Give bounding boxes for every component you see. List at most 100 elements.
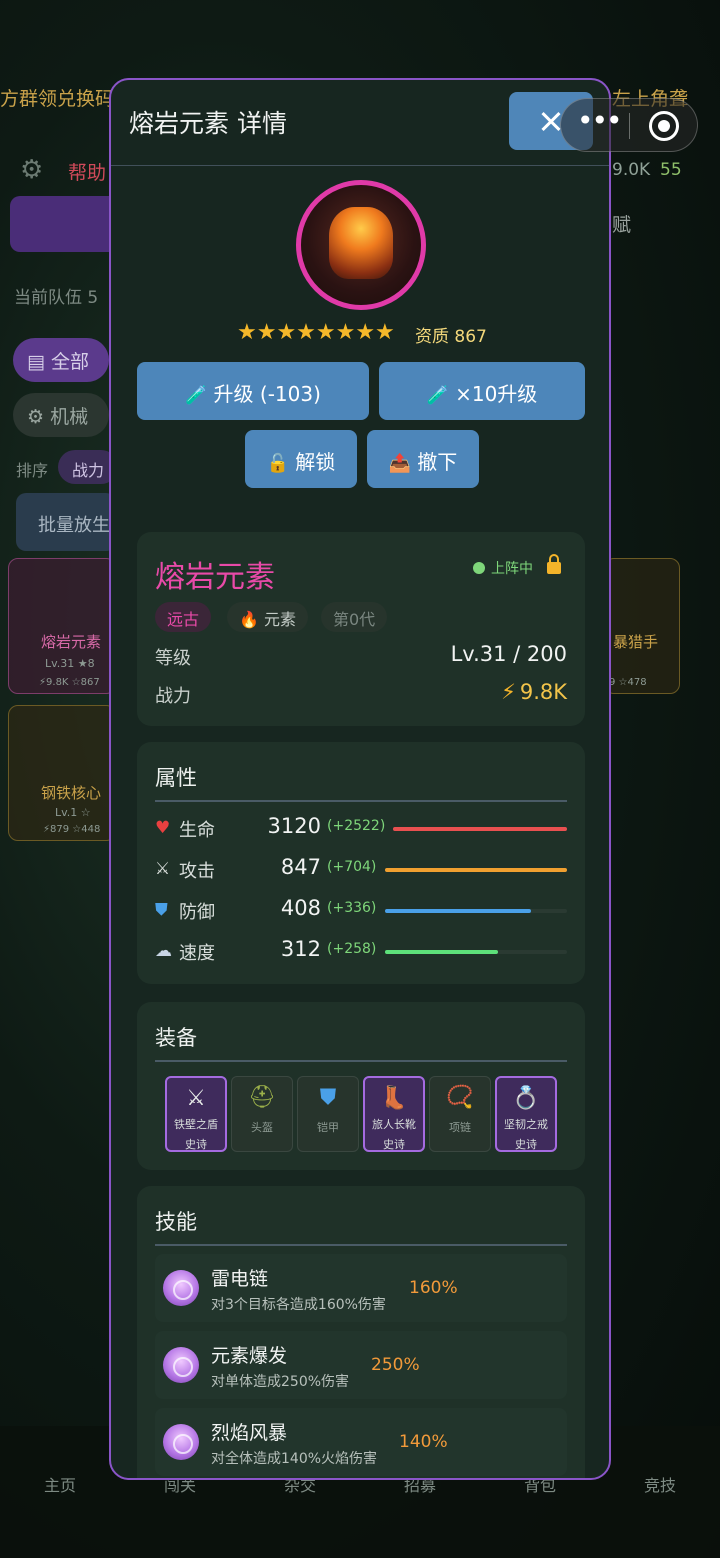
pet-card-stats: ⚡9.8K ☆867 [39,677,100,688]
status-text: 上阵中 [491,561,533,577]
lava-elemental-portrait [329,207,393,279]
skill-pct: 160% [409,1278,458,1298]
filter-all[interactable]: ▤ 全部 [13,338,109,382]
upgrade-x10-button[interactable]: 🧪 ×10升级 [379,362,585,420]
attr-bonus: (+258) [327,941,377,957]
attr-bar [393,827,567,831]
swords-icon: ⚔ [155,859,171,879]
team-label: 当前队伍 5 [14,288,99,308]
crystal-ball-icon [163,1270,199,1306]
quality-value: 资质 867 [415,327,487,347]
attr-value: 847 [280,855,321,879]
batch-release-button[interactable]: 批量放生 [16,493,116,551]
power-value: ⚡ 9.8K [501,680,567,704]
wind-icon: ☁ [155,941,172,961]
heart-icon: ♥ [155,818,171,838]
attr-label: 防御 [179,902,215,923]
potion-icon: 🧪 [185,385,208,406]
pet-card-level: Lv.1 ☆ [55,806,91,819]
remove-icon: 📤 [388,453,412,474]
attr-row-atk: ⚔ 攻击 847 (+704) [155,855,567,885]
remove-button[interactable]: 📤 撤下 [367,430,479,488]
skill-desc: 对单体造成250%伤害 [211,1374,350,1390]
attr-row-def: ⛊ 防御 408 (+336) [155,896,567,926]
shield-icon: ⛊ [155,900,168,920]
equip-name: 坚韧之戒 [504,1118,548,1131]
lock-icon: 🔓 [266,453,290,474]
skill-pct: 250% [371,1355,420,1375]
help-link[interactable]: 帮助 [68,158,106,185]
tag-type-label: 元素 [264,610,297,629]
equipment-title: 装备 [155,1026,197,1050]
pet-card[interactable]: 熔岩元素 Lv.31 ★8 ⚡9.8K ☆867 [8,558,116,694]
attr-value: 408 [280,896,321,920]
skill-item[interactable]: 烈焰风暴 对全体造成140%火焰伤害 140% [155,1408,567,1476]
power-resource: 9.0K [612,160,651,180]
crystal-ball-icon [163,1424,199,1460]
skills-title: 技能 [155,1210,197,1234]
pet-avatar [296,180,426,310]
skill-item[interactable]: 元素爆发 对单体造成250%伤害 250% [155,1331,567,1399]
attr-row-hp: ♥ 生命 3120 (+2522) [155,814,567,844]
miniprogram-capsule: ••• [560,98,698,152]
attr-value: 3120 [267,814,321,838]
equip-tier: 史诗 [383,1138,405,1151]
power-number: 9.8K [519,680,567,704]
equip-slot-shield[interactable]: ⚔ 铁壁之盾 史诗 [165,1076,227,1152]
attr-label: 速度 [179,943,215,964]
bolt-icon: ⚡ [501,680,516,704]
equip-slot-helmet[interactable]: ⛑ 头盔 [231,1076,293,1152]
tag-type: 🔥 元素 [227,602,309,632]
filter-all-label: 全部 [51,351,90,373]
attr-label: 生命 [179,820,215,841]
pet-detail-modal: 熔岩元素 详情 ★★★★★★★★ 资质 867 🧪 升级 (-103) 🧪 ×10升… [109,78,611,1480]
nav-arena[interactable]: 竞技 [644,1472,676,1496]
boot-icon: 👢 [380,1086,408,1111]
upgrade-label: 升级 (-103) [213,382,321,406]
tab-pets[interactable] [10,196,120,252]
equip-slot-boots[interactable]: 👢 旅人长靴 史诗 [363,1076,425,1152]
filter-mech[interactable]: ⚙ 机械 [13,393,109,437]
equip-name: 旅人长靴 [372,1118,416,1131]
equip-slot-necklace[interactable]: 📿 项链 [429,1076,491,1152]
equip-tier: 史诗 [185,1138,207,1151]
more-icon[interactable]: ••• [577,107,623,141]
remove-label: 撤下 [417,450,458,474]
lock-icon[interactable] [547,554,561,574]
equip-slot-label: 铠甲 [317,1121,339,1134]
nav-home[interactable]: 主页 [44,1472,76,1496]
tag-rarity: 远古 [155,602,212,632]
swords-icon: ⚔ [186,1086,206,1111]
necklace-icon: 📿 [446,1085,474,1110]
redeem-code-banner[interactable]: 方群领兑换码 [0,84,114,111]
pet-card-name: 暴猎手 [613,633,659,651]
pet-card-stats: 9 ☆478 [609,677,647,688]
potion-icon: 🧪 [426,385,450,406]
fire-icon: 🔥 [239,610,259,629]
tag-generation: 第0代 [321,602,388,632]
equip-slot-armor[interactable]: ⛊ 铠甲 [297,1076,359,1152]
ring-icon: 💍 [512,1086,540,1111]
unlock-button[interactable]: 🔓 解锁 [245,430,357,488]
attributes-panel: 属性 ♥ 生命 3120 (+2522) ⚔ 攻击 847 (+704) ⛊ 防… [137,742,585,984]
attributes-title: 属性 [155,766,197,790]
skill-desc: 对全体造成140%火焰伤害 [211,1451,378,1467]
equip-slot-ring[interactable]: 💍 坚韧之戒 史诗 [495,1076,557,1152]
potion-resource: 55 [660,160,682,180]
skill-item[interactable]: 雷电链 对3个目标各造成160%伤害 160% [155,1254,567,1322]
sort-label: 排序 [16,461,49,480]
pet-card[interactable]: 暴猎手 9 ☆478 [604,558,680,694]
armor-icon: ⛊ [319,1085,337,1110]
divider [155,1244,567,1246]
gear-icon[interactable]: ⚙ [20,156,48,184]
equipment-panel: 装备 ⚔ 铁壁之盾 史诗 ⛑ 头盔 ⛊ 铠甲 👢 旅人长靴 史诗 📿 项链 💍 … [137,1002,585,1170]
attr-bonus: (+336) [327,900,377,916]
filter-mech-label: 机械 [50,406,89,428]
upgrade-button[interactable]: 🧪 升级 (-103) [137,362,369,420]
level-label: 等级 [155,648,191,669]
close-miniprogram-icon[interactable] [649,111,679,141]
capsule-divider [629,113,630,139]
modal-title: 熔岩元素 详情 [129,109,287,138]
tab-talent[interactable]: 赋 [612,210,631,237]
pet-card[interactable]: 钢铁核心 Lv.1 ☆ ⚡879 ☆448 [8,705,116,841]
